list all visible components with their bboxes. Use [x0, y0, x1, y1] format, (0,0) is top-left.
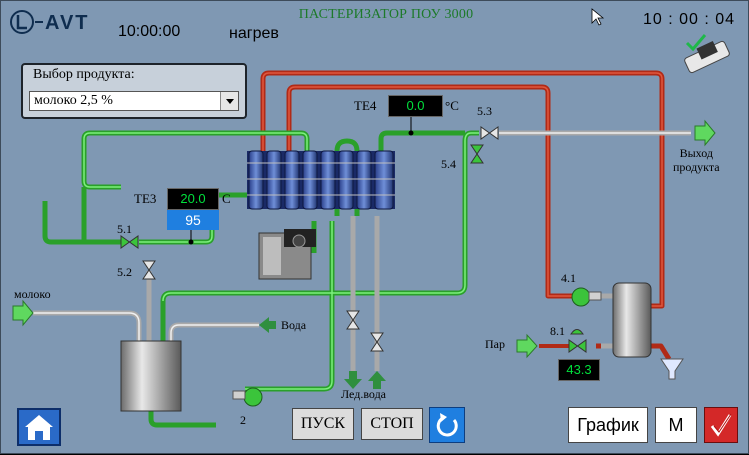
- valve-5-3-label: 5.3: [477, 104, 492, 118]
- product-select-value: молоко 2,5 %: [34, 93, 113, 108]
- mouse-cursor-icon: [591, 8, 605, 26]
- graph-button[interactable]: График: [568, 407, 648, 443]
- product-out-arrow-icon: [694, 119, 716, 147]
- steam-inlet-arrow-icon: [516, 333, 538, 359]
- steam-label: Пар: [485, 337, 505, 351]
- water-inlet-arrow-icon: [259, 317, 276, 333]
- te3-unit: C: [222, 191, 231, 206]
- te4-label: TE4: [354, 98, 377, 113]
- te3-label: TE3: [134, 191, 157, 206]
- refresh-icon: [436, 413, 458, 437]
- chevron-down-icon: [226, 99, 234, 104]
- te4-unit: °C: [445, 98, 459, 113]
- product-select[interactable]: молоко 2,5 %: [29, 91, 239, 111]
- milk-inlet-arrow-icon: [12, 299, 34, 327]
- home-icon: [25, 415, 53, 440]
- pump-2-label: 2: [240, 413, 246, 427]
- milk-inlet-label: молоко: [14, 287, 51, 301]
- usb-drive-icon[interactable]: [684, 34, 731, 74]
- drain-funnel: [660, 358, 684, 380]
- te3-display: 20.0: [167, 188, 219, 210]
- water-inlet-label: Вода: [281, 318, 307, 332]
- heat-exchanger: [247, 150, 395, 210]
- valve-8-1-label: 8.1: [550, 324, 565, 338]
- pump-4-1-label: 4.1: [561, 271, 576, 285]
- valve-5-1[interactable]: [120, 235, 139, 249]
- checkmark-icon: [710, 413, 732, 437]
- valve-5-4[interactable]: [470, 144, 484, 164]
- valve-5-2[interactable]: [142, 260, 156, 280]
- valve-ice-2[interactable]: [370, 332, 384, 352]
- valve-5-3[interactable]: [480, 126, 499, 140]
- confirm-button[interactable]: [704, 407, 738, 443]
- te4-display: 0.0: [388, 95, 443, 117]
- stop-button[interactable]: СТОП: [361, 408, 423, 440]
- product-select-dropdown-button[interactable]: [220, 92, 238, 110]
- home-button[interactable]: [17, 408, 61, 446]
- balance-tank: [120, 340, 182, 412]
- valve-ice-1[interactable]: [346, 310, 360, 330]
- m-button[interactable]: M: [655, 407, 697, 443]
- hot-water-tank: [612, 282, 652, 358]
- ice-water-label: Лед.вода: [341, 387, 386, 401]
- product-select-label: Выбор продукта:: [33, 67, 135, 82]
- pump-4-1[interactable]: [571, 287, 602, 307]
- valve-8-1[interactable]: [568, 329, 587, 353]
- te3-setpoint[interactable]: 95: [167, 210, 219, 230]
- page-title: ПАСТЕРИЗАТОР ПОУ 3000: [298, 7, 474, 22]
- steam-display: 43.3: [558, 359, 600, 381]
- process-mode: нагрев: [229, 25, 279, 42]
- valve-5-2-label: 5.2: [117, 265, 132, 279]
- product-out-label: Выход продукта: [673, 146, 720, 174]
- start-button[interactable]: ПУСК: [292, 408, 354, 440]
- valve-5-4-label: 5.4: [441, 157, 456, 171]
- scada-screen: AVT ПАСТЕРИЗАТОР ПОУ 3000 10:00:00 нагре…: [0, 0, 749, 454]
- product-select-panel: Выбор продукта: молоко 2,5 %: [21, 63, 247, 119]
- system-clock: 10 : 00 : 04: [643, 11, 736, 28]
- svg-text:AVT: AVT: [45, 12, 90, 34]
- process-time: 10:00:00: [118, 23, 181, 40]
- valve-5-1-label: 5.1: [117, 222, 132, 236]
- brand-logo: AVT: [9, 9, 99, 35]
- separator-machine: [258, 229, 316, 280]
- reset-button[interactable]: [429, 407, 465, 443]
- pump-2[interactable]: [232, 387, 263, 407]
